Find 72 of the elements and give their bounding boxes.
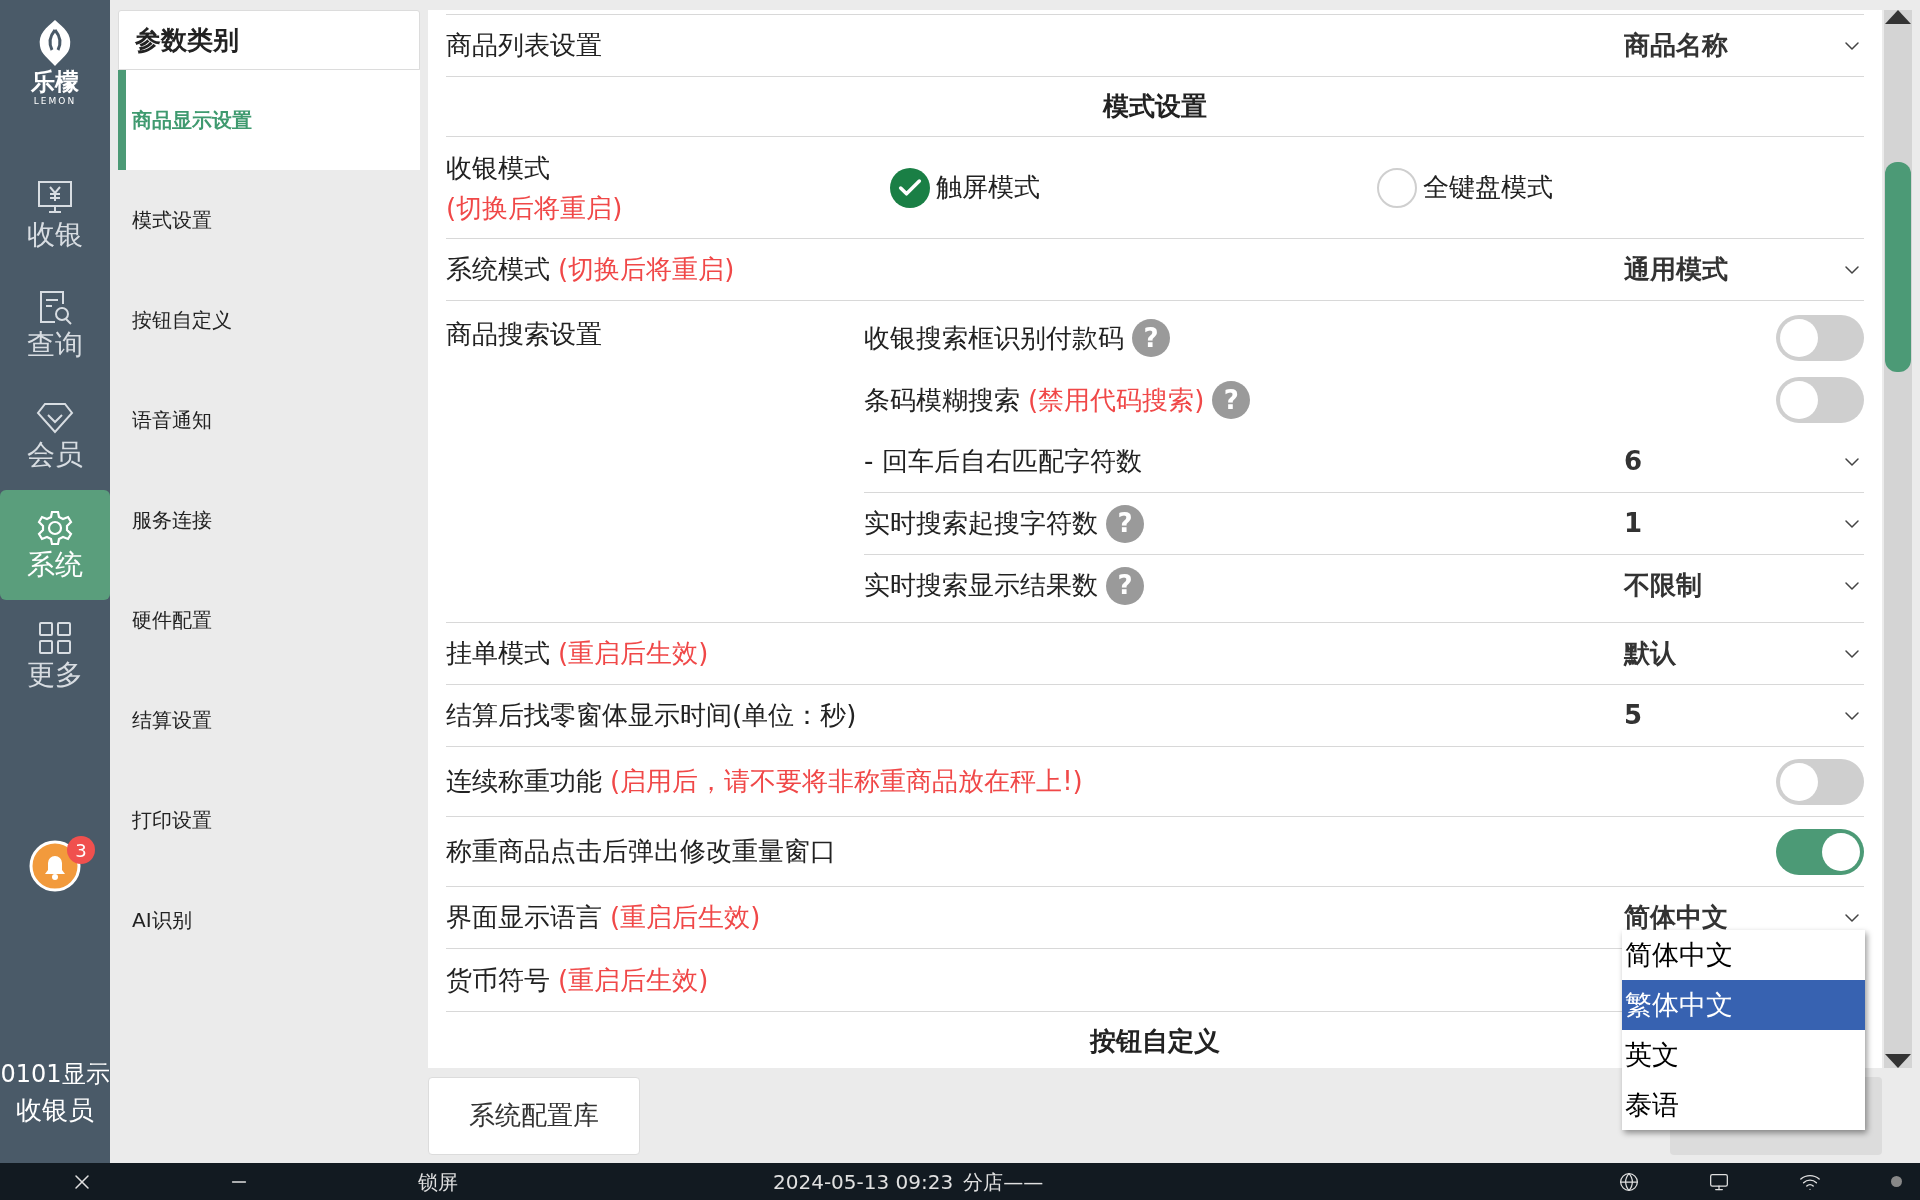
warning-note: (重启后生效) xyxy=(558,637,709,670)
radio-label[interactable]: 触屏模式 xyxy=(935,168,1040,207)
setting-label: - 回车后自右匹配字符数 xyxy=(864,445,1142,478)
scrollbar[interactable] xyxy=(1884,10,1912,1068)
setting-label: 商品列表设置 xyxy=(446,29,602,62)
setting-label: 实时搜索显示结果数 xyxy=(864,569,1098,602)
category-item[interactable]: AI识别 xyxy=(118,870,420,970)
setting-label: 实时搜索起搜字符数 xyxy=(864,507,1098,540)
nav-item[interactable]: 查询 xyxy=(0,270,110,380)
logo-text: 乐檬 xyxy=(31,68,79,96)
scroll-down-icon[interactable] xyxy=(1885,1052,1911,1068)
dropdown-option[interactable]: 繁体中文 xyxy=(1622,980,1865,1030)
radio-button[interactable] xyxy=(1376,167,1417,208)
notification-badge: 3 xyxy=(67,836,95,864)
radio-label[interactable]: 全键盘模式 xyxy=(1422,168,1553,207)
setting-label: 货币符号 xyxy=(446,963,550,997)
dropdown-option[interactable]: 英文 xyxy=(1622,1030,1865,1080)
dropdown-option[interactable]: 简体中文 xyxy=(1622,930,1865,980)
warning-note: (重启后生效) xyxy=(558,963,709,997)
section-heading: 按钮自定义 xyxy=(1090,1025,1220,1058)
dropdown-option[interactable]: 泰语 xyxy=(1622,1080,1865,1130)
nav-item[interactable]: 会员 xyxy=(0,380,110,490)
select-value[interactable]: 5 xyxy=(1624,696,1643,735)
monitor-icon[interactable] xyxy=(1709,1171,1729,1192)
select-value[interactable]: 商品名称 xyxy=(1624,26,1728,65)
setting-label: 收银搜索框识别付款码 xyxy=(864,321,1124,355)
scroll-thumb[interactable] xyxy=(1885,162,1911,372)
setting-label: 界面显示语言 xyxy=(446,901,602,934)
setting-label: 收银模式 xyxy=(446,151,551,185)
settings-icon xyxy=(35,508,75,548)
select-value[interactable]: 不限制 xyxy=(1624,566,1702,605)
store-name: 分店—— xyxy=(963,1168,1044,1196)
select-value[interactable]: 通用模式 xyxy=(1624,250,1728,289)
section-heading: 模式设置 xyxy=(1103,90,1207,123)
category-header: 参数类别 xyxy=(118,10,420,70)
radio-checked[interactable] xyxy=(889,167,930,208)
warning-note: (重启后生效) xyxy=(610,901,761,934)
warning-note: (切换后将重启) xyxy=(446,191,624,225)
toggle-switch[interactable] xyxy=(1776,758,1864,805)
category-item[interactable]: 打印设置 xyxy=(118,770,420,870)
datetime: 2024-05-13 09:23 xyxy=(773,1168,954,1196)
setting-label: 条码模糊搜索 xyxy=(864,383,1020,417)
setting-label: 连续称重功能 xyxy=(446,765,602,798)
category-item[interactable]: 按钮自定义 xyxy=(118,270,420,370)
warning-note: (启用后，请不要将非称重商品放在秤上!) xyxy=(610,765,1083,798)
config-library-button[interactable]: 系统配置库 xyxy=(428,1076,640,1155)
warning-note: (切换后将重启) xyxy=(558,253,735,286)
user-role: 收银员 xyxy=(16,1094,94,1127)
toggle-switch[interactable] xyxy=(1776,315,1864,361)
warning-note: (禁用代码搜索) xyxy=(1028,383,1205,417)
nav-item[interactable]: 收银 xyxy=(0,160,110,270)
scroll-up-icon[interactable] xyxy=(1885,10,1911,26)
category-item[interactable]: 硬件配置 xyxy=(118,570,420,670)
select-value[interactable]: 6 xyxy=(1624,442,1643,481)
category-item[interactable]: 模式设置 xyxy=(118,170,420,270)
nav-item[interactable]: 更多 xyxy=(0,600,110,710)
setting-label: 系统模式 xyxy=(446,253,550,286)
category-item[interactable]: 服务连接 xyxy=(118,470,420,570)
select-value[interactable]: 默认 xyxy=(1624,634,1676,673)
lock-screen-button[interactable]: 锁屏 xyxy=(418,1166,458,1197)
user-id: 0101显示 xyxy=(0,1059,110,1090)
category-item[interactable]: 结算设置 xyxy=(118,670,420,770)
setting-label: 挂单模式 xyxy=(446,637,550,670)
toggle-switch[interactable] xyxy=(1776,828,1864,875)
category-item[interactable]: 语音通知 xyxy=(118,370,420,470)
logo-subtext: LEMON xyxy=(33,96,77,106)
select-value[interactable]: 1 xyxy=(1624,504,1643,543)
setting-label: 结算后找零窗体显示时间(单位：秒) xyxy=(446,699,857,732)
setting-label: 商品搜索设置 xyxy=(446,319,602,349)
globe-icon[interactable] xyxy=(1619,1171,1639,1192)
toggle-switch[interactable] xyxy=(1776,377,1864,423)
setting-label: 称重商品点击后弹出修改重量窗口 xyxy=(446,835,836,868)
